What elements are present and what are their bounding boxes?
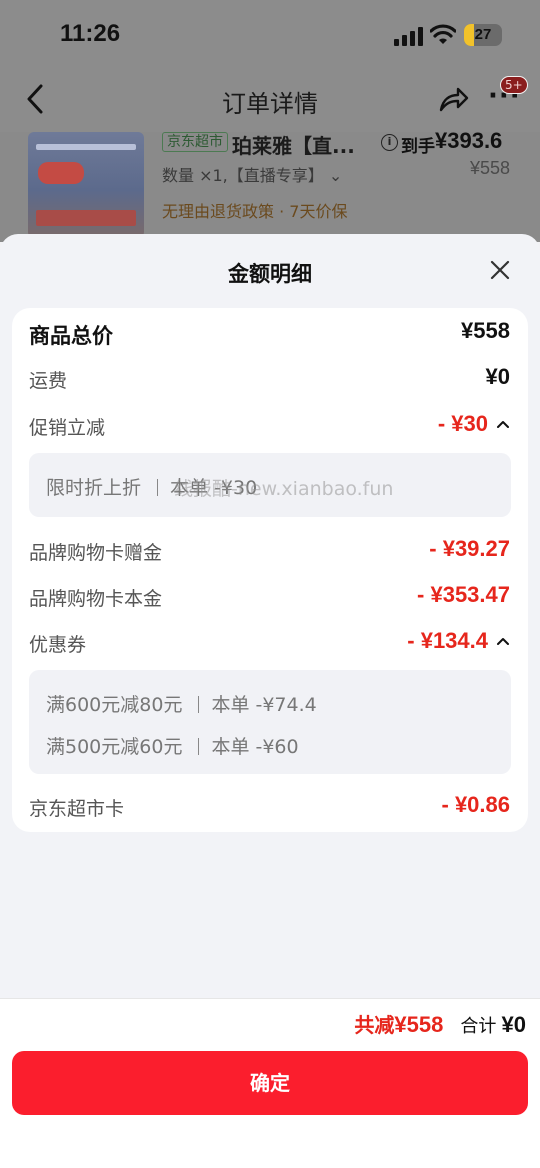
price-label: 到手 xyxy=(401,137,435,157)
row-gift-card-bonus: 品牌购物卡赠金 - ¥39.27 xyxy=(12,534,528,568)
footer-bar: 共减¥558 合计 ¥0 确定 xyxy=(0,998,540,1168)
row-value: - ¥30 xyxy=(437,411,488,436)
coupon-name: 满500元减60元 xyxy=(46,736,183,758)
coupon-name: 满600元减80元 xyxy=(46,694,183,716)
row-value: - ¥0.86 xyxy=(441,792,511,817)
battery-level: 27 xyxy=(474,26,492,43)
coupon-amount: 本单 -¥60 xyxy=(211,736,299,758)
policy-info: 无理由退货政策 · 7天价保 xyxy=(162,202,348,221)
row-coupon[interactable]: 优惠券 - ¥134.4 xyxy=(12,626,528,660)
coupon-detail-line: 满500元减60元 本单 -¥60 xyxy=(46,732,299,759)
info-icon[interactable]: i xyxy=(381,134,398,151)
promo-name: 限时折上折 xyxy=(46,477,142,499)
row-label: 促销立减 xyxy=(29,417,106,439)
saved-label: 共减 xyxy=(354,1013,395,1037)
final-price: ¥393.6 xyxy=(435,128,503,153)
chevron-up-icon[interactable] xyxy=(496,636,510,646)
saved-value: ¥558 xyxy=(394,1012,444,1037)
row-value: - ¥39.27 xyxy=(429,536,510,561)
row-gift-card-principal: 品牌购物卡本金 - ¥353.47 xyxy=(12,580,528,614)
sheet-title: 金额明细 xyxy=(228,262,312,286)
divider xyxy=(198,696,200,713)
status-bar: 11:26 27 xyxy=(0,0,540,70)
chevron-down-icon: ⌄ xyxy=(328,166,343,185)
close-icon[interactable] xyxy=(486,256,514,284)
share-icon[interactable] xyxy=(438,84,470,114)
original-price: ¥558 xyxy=(469,158,510,178)
amount-detail-card: 商品总价 ¥558 运费 ¥0 促销立减 - ¥30 限时折上折 本单 -¥30 … xyxy=(12,308,528,832)
quantity-info[interactable]: 数量 ×1,【直播专享】 ⌄ xyxy=(162,162,342,186)
product-card: 京东超市 珀莱雅【直... i 到手 ¥393.6 ¥558 数量 ×1,【直播… xyxy=(0,128,540,242)
chevron-up-icon[interactable] xyxy=(496,419,510,429)
confirm-button[interactable]: 确定 xyxy=(12,1051,528,1115)
status-time: 11:26 xyxy=(60,20,121,47)
row-shipping: 运费 ¥0 xyxy=(12,362,528,396)
row-label: 商品总价 xyxy=(29,324,113,348)
nav-bar: 订单详情 ··· xyxy=(0,70,540,132)
divider xyxy=(198,738,200,755)
row-value: - ¥134.4 xyxy=(407,628,488,653)
row-value: ¥558 xyxy=(461,318,510,343)
total-label: 合计 xyxy=(460,1016,497,1037)
row-label: 运费 xyxy=(29,370,68,392)
coupon-amount: 本单 -¥74.4 xyxy=(211,694,317,716)
battery-icon: 27 xyxy=(464,24,502,46)
row-market-card: 京东超市卡 - ¥0.86 xyxy=(12,790,528,824)
product-thumbnail xyxy=(28,132,144,238)
watermark: 线报酷-new.xianbao.fun xyxy=(174,478,394,500)
coupon-detail-line: 满600元减80元 本单 -¥74.4 xyxy=(46,690,317,717)
notification-badge: 5+ xyxy=(500,76,528,94)
divider xyxy=(157,479,159,496)
row-value: ¥0 xyxy=(485,364,510,389)
coupon-detail-box: 满600元减80元 本单 -¥74.4 满500元减60元 本单 -¥60 xyxy=(29,670,511,774)
wifi-icon xyxy=(430,24,456,44)
row-label: 优惠券 xyxy=(29,634,87,656)
total-value: ¥0 xyxy=(501,1012,526,1037)
row-label: 品牌购物卡本金 xyxy=(29,588,163,610)
total-summary: 共减¥558 合计 ¥0 xyxy=(354,1009,526,1038)
product-name[interactable]: 珀莱雅【直... xyxy=(232,130,355,159)
row-total-price: 商品总价 ¥558 xyxy=(12,316,528,350)
signal-icon xyxy=(394,26,424,46)
row-promo[interactable]: 促销立减 - ¥30 xyxy=(12,409,528,443)
store-tag: 京东超市 xyxy=(162,132,228,152)
quantity-text: 数量 ×1,【直播专享】 xyxy=(162,166,324,185)
row-label: 京东超市卡 xyxy=(29,798,125,820)
row-value: - ¥353.47 xyxy=(417,582,510,607)
row-label: 品牌购物卡赠金 xyxy=(29,542,163,564)
